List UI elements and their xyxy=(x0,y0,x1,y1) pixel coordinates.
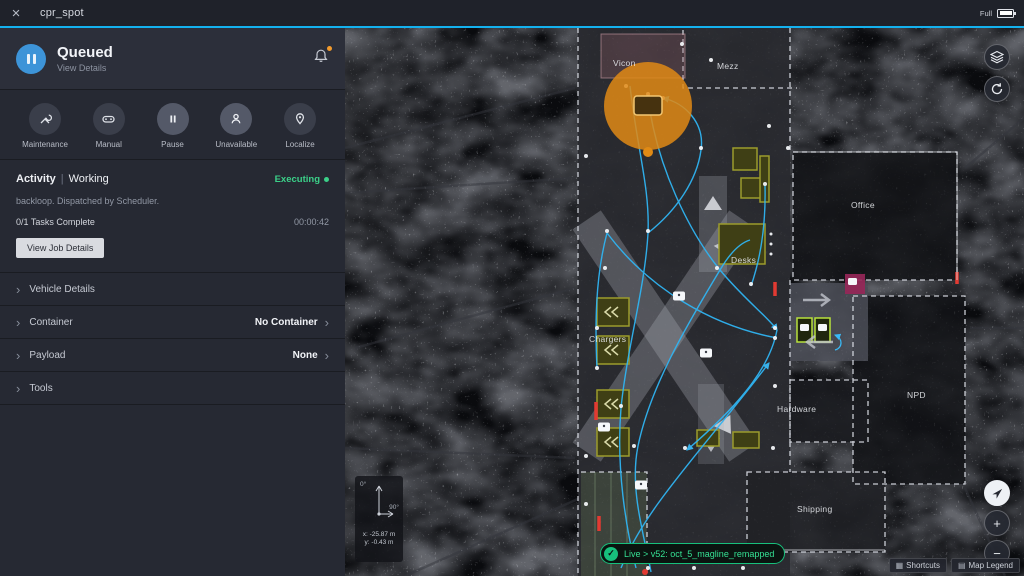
live-map-badge[interactable]: ✓ Live > v52: oct_5_magline_remapped xyxy=(600,543,786,564)
robot-sidebar: Queued View Details Maintenance Manual P… xyxy=(0,28,345,576)
chevron-right-icon: › xyxy=(16,314,21,330)
map-legend-button[interactable]: ▤ Map Legend xyxy=(950,558,1020,573)
sidebar-header: Queued View Details xyxy=(0,28,345,90)
close-icon: × xyxy=(11,4,21,22)
action-localize-button[interactable]: Localize xyxy=(269,103,331,149)
action-label: Localize xyxy=(285,140,315,149)
map-footer-buttons: ▦ Shortcuts ▤ Map Legend xyxy=(888,558,1020,573)
state-title: Queued xyxy=(57,44,113,61)
action-pause-button[interactable]: Pause xyxy=(142,103,204,149)
activity-panel: Activity | Working Executing backloop. Dis… xyxy=(0,160,345,273)
gamepad-icon xyxy=(102,115,115,123)
section-label: Container xyxy=(29,316,73,328)
notification-dot xyxy=(327,46,332,51)
zoom-in-button[interactable]: + xyxy=(984,510,1010,536)
section-vehicle-details[interactable]: › Vehicle Details xyxy=(0,273,345,306)
location-pin-icon xyxy=(295,113,305,125)
live-check-icon: ✓ xyxy=(604,546,618,561)
status-dot xyxy=(324,176,329,182)
notifications-button[interactable] xyxy=(313,46,332,69)
section-value: No Container xyxy=(254,316,318,328)
action-maintenance-button[interactable]: Maintenance xyxy=(14,103,76,149)
section-value: None xyxy=(292,349,318,361)
robot-actions-row: Maintenance Manual Pause Unavailable Loc… xyxy=(0,90,345,160)
layers-icon xyxy=(990,50,1004,64)
accent-divider xyxy=(0,26,1024,28)
section-tools[interactable]: › Tools xyxy=(0,372,345,405)
red-dot-mark xyxy=(642,569,648,575)
action-label: Manual xyxy=(95,140,122,149)
execution-status-badge: Executing xyxy=(275,174,329,185)
section-payload[interactable]: › Payload None › xyxy=(0,339,345,372)
view-details-link[interactable]: View Details xyxy=(57,63,113,73)
action-label: Pause xyxy=(161,140,184,149)
activity-description: backloop. Dispatched by Scheduler. xyxy=(16,196,160,206)
map-refresh-button[interactable] xyxy=(984,76,1010,102)
coordinate-x: x: -25.87 m xyxy=(362,531,396,538)
pause-state-button[interactable] xyxy=(16,43,46,74)
legend-label: Map Legend xyxy=(968,561,1013,570)
elapsed-time: 00:00:42 xyxy=(293,217,329,227)
compass-widget: 0° 90° x: -25.87 m y: -0.43 m xyxy=(355,476,403,562)
wrench-icon xyxy=(40,114,52,124)
activity-title: Activity | Working xyxy=(16,173,109,185)
app-window: × cpr_spot Full Queued View Details Main… xyxy=(0,0,1024,576)
refresh-icon xyxy=(991,83,1003,95)
keyboard-icon: ▦ xyxy=(895,561,904,570)
action-label: Unavailable xyxy=(215,140,258,149)
coordinate-y: y: -0.43 m xyxy=(364,539,394,546)
section-label: Payload xyxy=(29,349,66,361)
shortcuts-label: Shortcuts xyxy=(906,561,940,570)
chevron-right-icon: › xyxy=(324,347,329,363)
warehouse-map-canvas[interactable] xyxy=(345,28,1024,576)
tasks-progress: 0/1 Tasks Complete xyxy=(16,217,95,227)
robot-name-title: cpr_spot xyxy=(40,7,84,19)
bell-icon xyxy=(314,49,328,62)
close-button[interactable]: × xyxy=(0,0,32,26)
action-label: Maintenance xyxy=(22,140,68,149)
action-manual-button[interactable]: Manual xyxy=(78,103,140,149)
compass-90deg-label: 90° xyxy=(389,504,399,511)
recenter-button[interactable] xyxy=(984,480,1010,506)
live-map-version: Live > v52: oct_5_magline_remapped xyxy=(624,548,775,559)
chevron-right-icon: › xyxy=(16,347,21,363)
battery-icon xyxy=(997,8,1016,18)
chevron-right-icon: › xyxy=(16,380,21,396)
map-layers-button[interactable] xyxy=(984,44,1010,70)
chevron-right-icon: › xyxy=(16,281,21,297)
plus-icon: + xyxy=(993,515,1001,531)
action-unavailable-button[interactable]: Unavailable xyxy=(205,103,267,149)
section-label: Tools xyxy=(29,382,53,394)
person-icon xyxy=(231,113,241,124)
chevron-right-icon: › xyxy=(324,314,329,330)
map-icon: ▤ xyxy=(957,561,966,570)
battery-status: Full xyxy=(979,8,1024,18)
pause-icon xyxy=(169,115,176,123)
view-job-details-button[interactable]: View Job Details xyxy=(16,238,105,258)
battery-label: Full xyxy=(979,8,992,18)
navigation-arrow-icon xyxy=(991,488,1002,499)
section-label: Vehicle Details xyxy=(29,283,95,295)
top-bar: × cpr_spot Full xyxy=(0,0,1024,26)
facility-map[interactable]: Vicon Mezz Office Desks Chargers Hardwar… xyxy=(345,28,1024,576)
compass-0deg-label: 0° xyxy=(360,481,367,488)
section-container[interactable]: › Container No Container › xyxy=(0,306,345,339)
shortcuts-button[interactable]: ▦ Shortcuts xyxy=(888,558,947,573)
